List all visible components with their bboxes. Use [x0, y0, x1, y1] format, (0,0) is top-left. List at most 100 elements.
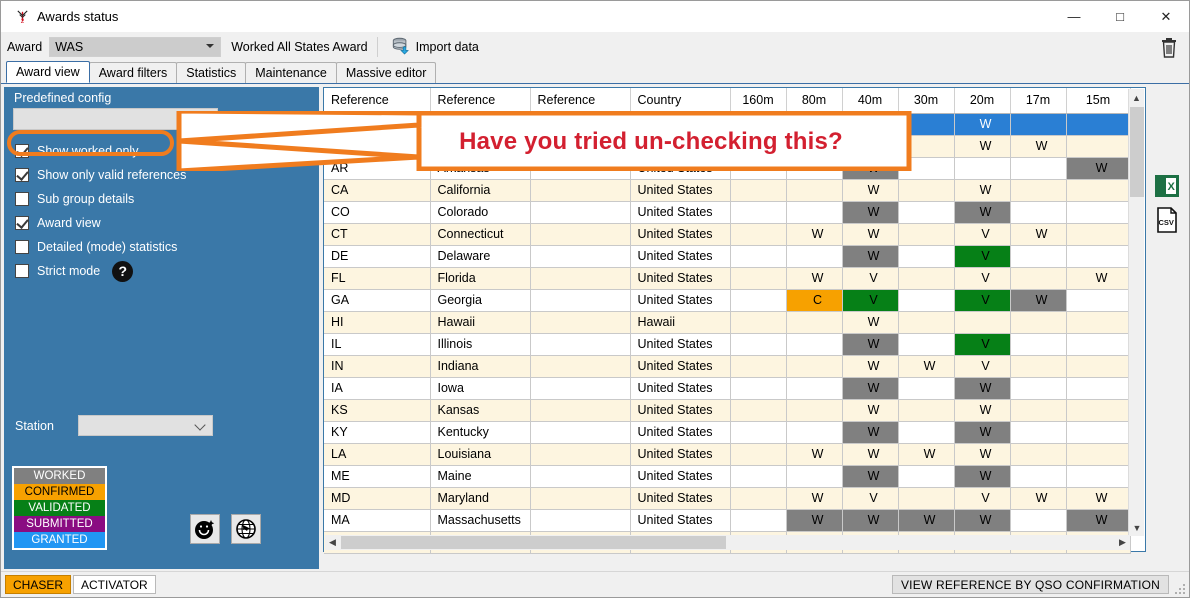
cell-band-20m[interactable]: W — [954, 465, 1011, 488]
table-row[interactable]: HI Hawaii Hawaii W — [324, 311, 1131, 334]
vertical-scroll-thumb[interactable] — [1130, 107, 1144, 197]
cell-band-40m[interactable]: W — [842, 377, 899, 400]
column-header-0[interactable]: Reference — [324, 88, 431, 114]
cell-band-30m[interactable]: W — [898, 509, 955, 532]
cell-band-80m[interactable]: C — [786, 289, 843, 312]
cell-ref2[interactable]: Maine — [430, 465, 531, 488]
scroll-left-icon[interactable]: ◀ — [325, 535, 340, 550]
cell-band-40m[interactable]: V — [842, 487, 899, 510]
cell-band-80m[interactable] — [786, 179, 843, 202]
cell-band-17m[interactable] — [1010, 443, 1067, 466]
cell-band-40m[interactable]: W — [842, 421, 899, 444]
cell-ref3[interactable] — [530, 377, 631, 400]
cell-band-40m[interactable]: W — [842, 223, 899, 246]
cell-country[interactable]: United States — [630, 333, 731, 356]
cell-band-80m[interactable]: W — [786, 509, 843, 532]
cell-band-15m[interactable]: W — [1066, 267, 1131, 290]
cell-ref3[interactable] — [530, 333, 631, 356]
cell-band-17m[interactable]: W — [1010, 223, 1067, 246]
table-row[interactable]: KS Kansas United States W W — [324, 399, 1131, 422]
station-select[interactable] — [77, 415, 213, 436]
cell-band-15m[interactable] — [1066, 333, 1131, 356]
column-header-3[interactable]: Country — [630, 88, 731, 114]
cell-country[interactable]: United States — [630, 509, 731, 532]
table-row[interactable]: IL Illinois United States W V — [324, 333, 1131, 356]
cell-band-160m[interactable] — [730, 509, 787, 532]
cell-ref1[interactable]: IL — [324, 333, 431, 356]
column-header-7[interactable]: 30m — [898, 88, 955, 114]
cell-band-20m[interactable] — [954, 157, 1011, 180]
cell-band-30m[interactable] — [898, 377, 955, 400]
cell-band-30m[interactable] — [898, 223, 955, 246]
cell-band-20m[interactable]: W — [954, 377, 1011, 400]
cell-band-160m[interactable] — [730, 157, 787, 180]
cell-band-20m[interactable]: V — [954, 289, 1011, 312]
cell-band-30m[interactable] — [898, 179, 955, 202]
cell-ref2[interactable]: Kansas — [430, 399, 531, 422]
cell-band-15m[interactable] — [1066, 179, 1131, 202]
checkbox-row-strict-mode[interactable]: Strict mode? — [4, 259, 319, 283]
table-row[interactable]: LA Louisiana United States W W W W — [324, 443, 1131, 466]
cell-band-17m[interactable]: W — [1010, 289, 1067, 312]
cell-band-160m[interactable] — [730, 355, 787, 378]
cell-ref3[interactable] — [530, 157, 631, 180]
checkbox-row-award-view[interactable]: Award view — [4, 211, 319, 235]
cell-band-20m[interactable]: W — [954, 179, 1011, 202]
cell-country[interactable]: United States — [630, 399, 731, 422]
cell-band-20m[interactable]: V — [954, 223, 1011, 246]
cell-ref3[interactable] — [530, 201, 631, 224]
cell-band-15m[interactable] — [1066, 245, 1131, 268]
table-row[interactable]: IN Indiana United States W W V — [324, 355, 1131, 378]
checkbox-row-detailed-mode-statistics[interactable]: Detailed (mode) statistics — [4, 235, 319, 259]
cell-band-40m[interactable]: V — [842, 267, 899, 290]
table-row[interactable]: DE Delaware United States W V — [324, 245, 1131, 268]
cell-band-160m[interactable] — [730, 443, 787, 466]
cell-band-40m[interactable]: W — [842, 355, 899, 378]
cell-band-40m[interactable]: W — [842, 179, 899, 202]
cell-ref1[interactable]: KY — [324, 421, 431, 444]
cell-band-160m[interactable] — [730, 267, 787, 290]
cell-band-40m[interactable]: W — [842, 201, 899, 224]
cell-band-15m[interactable]: W — [1066, 157, 1131, 180]
grid-vertical-scrollbar[interactable]: ▲ ▼ — [1128, 89, 1144, 536]
cell-band-15m[interactable]: W — [1066, 487, 1131, 510]
cell-country[interactable]: United States — [630, 157, 731, 180]
cell-band-40m[interactable]: W — [842, 443, 899, 466]
cell-band-40m[interactable]: W — [842, 245, 899, 268]
horizontal-scroll-thumb[interactable] — [341, 536, 726, 549]
cell-ref1[interactable]: KS — [324, 399, 431, 422]
cell-band-80m[interactable] — [786, 333, 843, 356]
cell-band-160m[interactable] — [730, 333, 787, 356]
smiley-face-icon[interactable] — [190, 514, 220, 544]
tab-statistics[interactable]: Statistics — [176, 62, 247, 83]
cell-ref3[interactable] — [530, 355, 631, 378]
award-select[interactable]: WAS — [49, 37, 222, 57]
cell-ref1[interactable]: ME — [324, 465, 431, 488]
cell-band-30m[interactable] — [898, 421, 955, 444]
cell-band-80m[interactable] — [786, 421, 843, 444]
cell-ref2[interactable]: Hawaii — [430, 311, 531, 334]
resize-grip-icon[interactable] — [1175, 582, 1187, 594]
cell-ref3[interactable] — [530, 223, 631, 246]
cell-band-15m[interactable] — [1066, 113, 1131, 136]
cell-band-80m[interactable]: W — [786, 223, 843, 246]
table-row[interactable]: FL Florida United States W V V W — [324, 267, 1131, 290]
cell-band-160m[interactable] — [730, 245, 787, 268]
cell-band-17m[interactable]: W — [1010, 135, 1067, 158]
column-header-5[interactable]: 80m — [786, 88, 843, 114]
cell-band-20m[interactable]: V — [954, 267, 1011, 290]
cell-band-15m[interactable] — [1066, 421, 1131, 444]
cell-ref2[interactable]: Illinois — [430, 333, 531, 356]
cell-band-20m[interactable]: W — [954, 135, 1011, 158]
cell-country[interactable]: United States — [630, 245, 731, 268]
tab-maintenance[interactable]: Maintenance — [245, 62, 337, 83]
cell-band-160m[interactable] — [730, 399, 787, 422]
cell-band-40m[interactable]: W — [842, 311, 899, 334]
cell-band-160m[interactable] — [730, 311, 787, 334]
cell-band-80m[interactable] — [786, 355, 843, 378]
cell-ref3[interactable] — [530, 399, 631, 422]
minimize-button[interactable]: — — [1051, 1, 1097, 32]
tab-award-filters[interactable]: Award filters — [88, 62, 178, 83]
cell-ref3[interactable] — [530, 487, 631, 510]
cell-band-30m[interactable]: W — [898, 355, 955, 378]
